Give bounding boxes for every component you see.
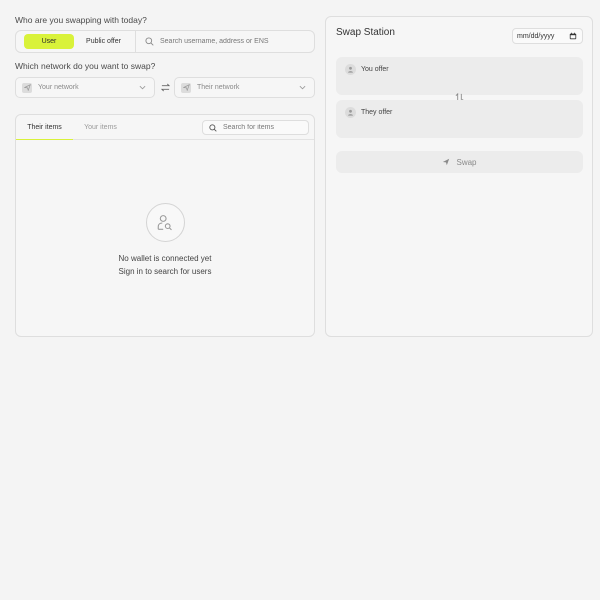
counterparty-question: Who are you swapping with today? [15, 15, 147, 25]
tab-their-items[interactable]: Their items [16, 115, 73, 140]
you-offer-card[interactable]: You offer [336, 57, 583, 95]
search-icon [209, 123, 217, 132]
you-offer-label: You offer [361, 66, 389, 73]
paper-plane-icon [442, 158, 450, 166]
date-placeholder: mm/dd/yyyy [517, 32, 555, 40]
their-network-placeholder: Their network [197, 84, 240, 91]
swap-button[interactable]: Swap [336, 151, 583, 173]
empty-state-title: No wallet is connected yet [118, 254, 212, 263]
expiry-date-input[interactable]: mm/dd/yyyy [512, 28, 583, 44]
user-mode-button[interactable]: User [24, 34, 74, 49]
user-icon [345, 107, 356, 118]
items-panel: Their items Your items No wallet is conn… [15, 114, 315, 337]
they-offer-card[interactable]: They offer [336, 100, 583, 138]
calendar-icon[interactable] [569, 32, 577, 40]
chevron-down-icon [299, 85, 306, 90]
empty-state-subtitle: Sign in to search for users [118, 267, 212, 276]
their-network-select[interactable]: Their network [174, 77, 315, 98]
counterparty-mode-bar: User Public offer [15, 30, 315, 53]
paper-plane-icon [181, 82, 191, 93]
tab-your-items[interactable]: Your items [73, 115, 128, 140]
network-question: Which network do you want to swap? [15, 61, 156, 71]
counterparty-search-input[interactable] [160, 38, 310, 45]
swap-networks-icon[interactable] [160, 82, 170, 92]
swap-station-panel: Swap Station mm/dd/yyyy You offer They o… [325, 16, 593, 337]
paper-plane-icon [22, 82, 32, 93]
they-offer-label: They offer [361, 109, 393, 116]
page-title: Swap Station [336, 27, 395, 38]
swap-button-label: Swap [456, 157, 477, 167]
items-search[interactable] [202, 120, 309, 135]
your-network-select[interactable]: Your network [15, 77, 155, 98]
items-tabs: Their items Your items [16, 115, 314, 140]
search-icon [145, 37, 154, 46]
empty-state: No wallet is connected yet Sign in to se… [16, 203, 314, 276]
user-icon [345, 64, 356, 75]
user-search-icon [145, 203, 185, 242]
your-network-placeholder: Your network [38, 84, 79, 91]
chevron-down-icon [139, 85, 146, 90]
items-search-input[interactable] [223, 124, 303, 131]
public-offer-mode-button[interactable]: Public offer [76, 34, 131, 49]
counterparty-search[interactable] [136, 37, 314, 46]
